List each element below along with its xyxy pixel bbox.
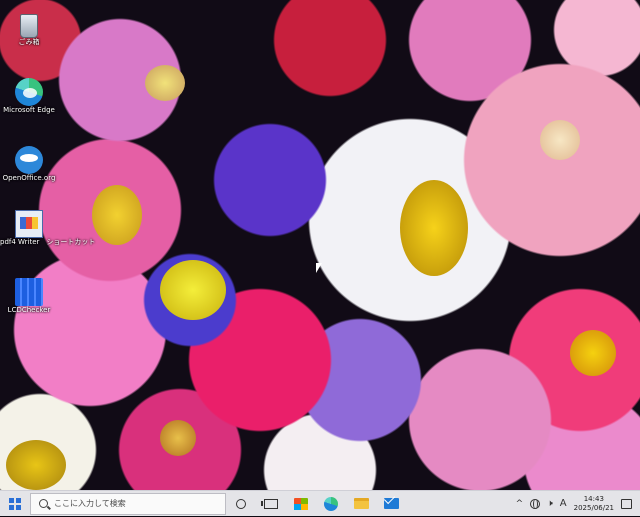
taskbar: ここに入力して検索 ^ 🕨 A 14:43 2025/06/21 [0,490,640,516]
store-icon [294,497,308,510]
clock[interactable]: 14:43 2025/06/21 [574,495,614,513]
pdf-shortcut-icon [15,210,43,238]
desktop-icon-recycle-bin[interactable]: ごみ箱 [0,12,58,47]
taskbar-mail[interactable] [376,491,406,517]
file-explorer-icon [353,498,369,509]
desktop-icon-pdf-shortcut[interactable]: pdf4 Writer ショートカット [0,210,96,247]
task-view-button[interactable] [256,491,286,517]
openoffice-icon [15,146,43,174]
network-globe-icon[interactable] [530,498,541,509]
lcd-checker-icon [15,278,43,306]
flower-center [92,185,142,245]
cortana-icon [236,498,246,509]
flower-center [400,180,468,276]
flower-center [540,120,580,160]
taskbar-file-explorer[interactable] [346,491,376,517]
edge-icon [15,78,43,106]
notification-center-icon[interactable] [621,498,632,509]
flower-center [160,420,196,456]
search-placeholder: ここに入力して検索 [54,499,126,508]
flower-center [160,260,226,320]
mouse-cursor [316,263,322,273]
taskbar-search-box[interactable]: ここに入力して検索 [30,492,226,515]
search-icon [39,499,48,508]
desktop-icon-openoffice[interactable]: OpenOffice.org [0,146,58,183]
desktop-icon-label: pdf4 Writer ショートカット [0,238,96,246]
clock-date: 2025/06/21 [573,503,614,512]
speaker-icon[interactable]: 🕨 [547,499,553,509]
start-button[interactable] [0,491,30,517]
mail-icon [383,498,399,509]
desktop-icon-label: LCDChecker [7,306,51,314]
desktop-icon-lcdchecker[interactable]: LCDChecker [0,278,58,315]
clock-time: 14:43 [583,494,604,503]
flower-center [6,440,66,490]
task-view-icon [261,498,278,509]
edge-icon [324,496,338,511]
desktop-icon-label: OpenOffice.org [2,174,56,182]
system-tray: ^ 🕨 A 14:43 2025/06/21 [516,495,640,513]
desktop-icon-edge[interactable]: Microsoft Edge [0,78,58,115]
desktop-icon-label: Microsoft Edge [3,106,55,114]
desktop-wallpaper [0,0,640,490]
taskbar-edge[interactable] [316,491,346,517]
desktop-icon-label: ごみ箱 [18,38,40,46]
recycle-bin-icon [20,14,38,38]
taskbar-store[interactable] [286,491,316,517]
flower-center [570,330,616,376]
windows-logo-icon [9,497,21,510]
cortana-button[interactable] [226,491,256,517]
ime-indicator[interactable]: A [560,498,567,509]
show-hidden-icons-chevron-icon[interactable]: ^ [516,499,524,509]
flower-center [145,65,185,101]
